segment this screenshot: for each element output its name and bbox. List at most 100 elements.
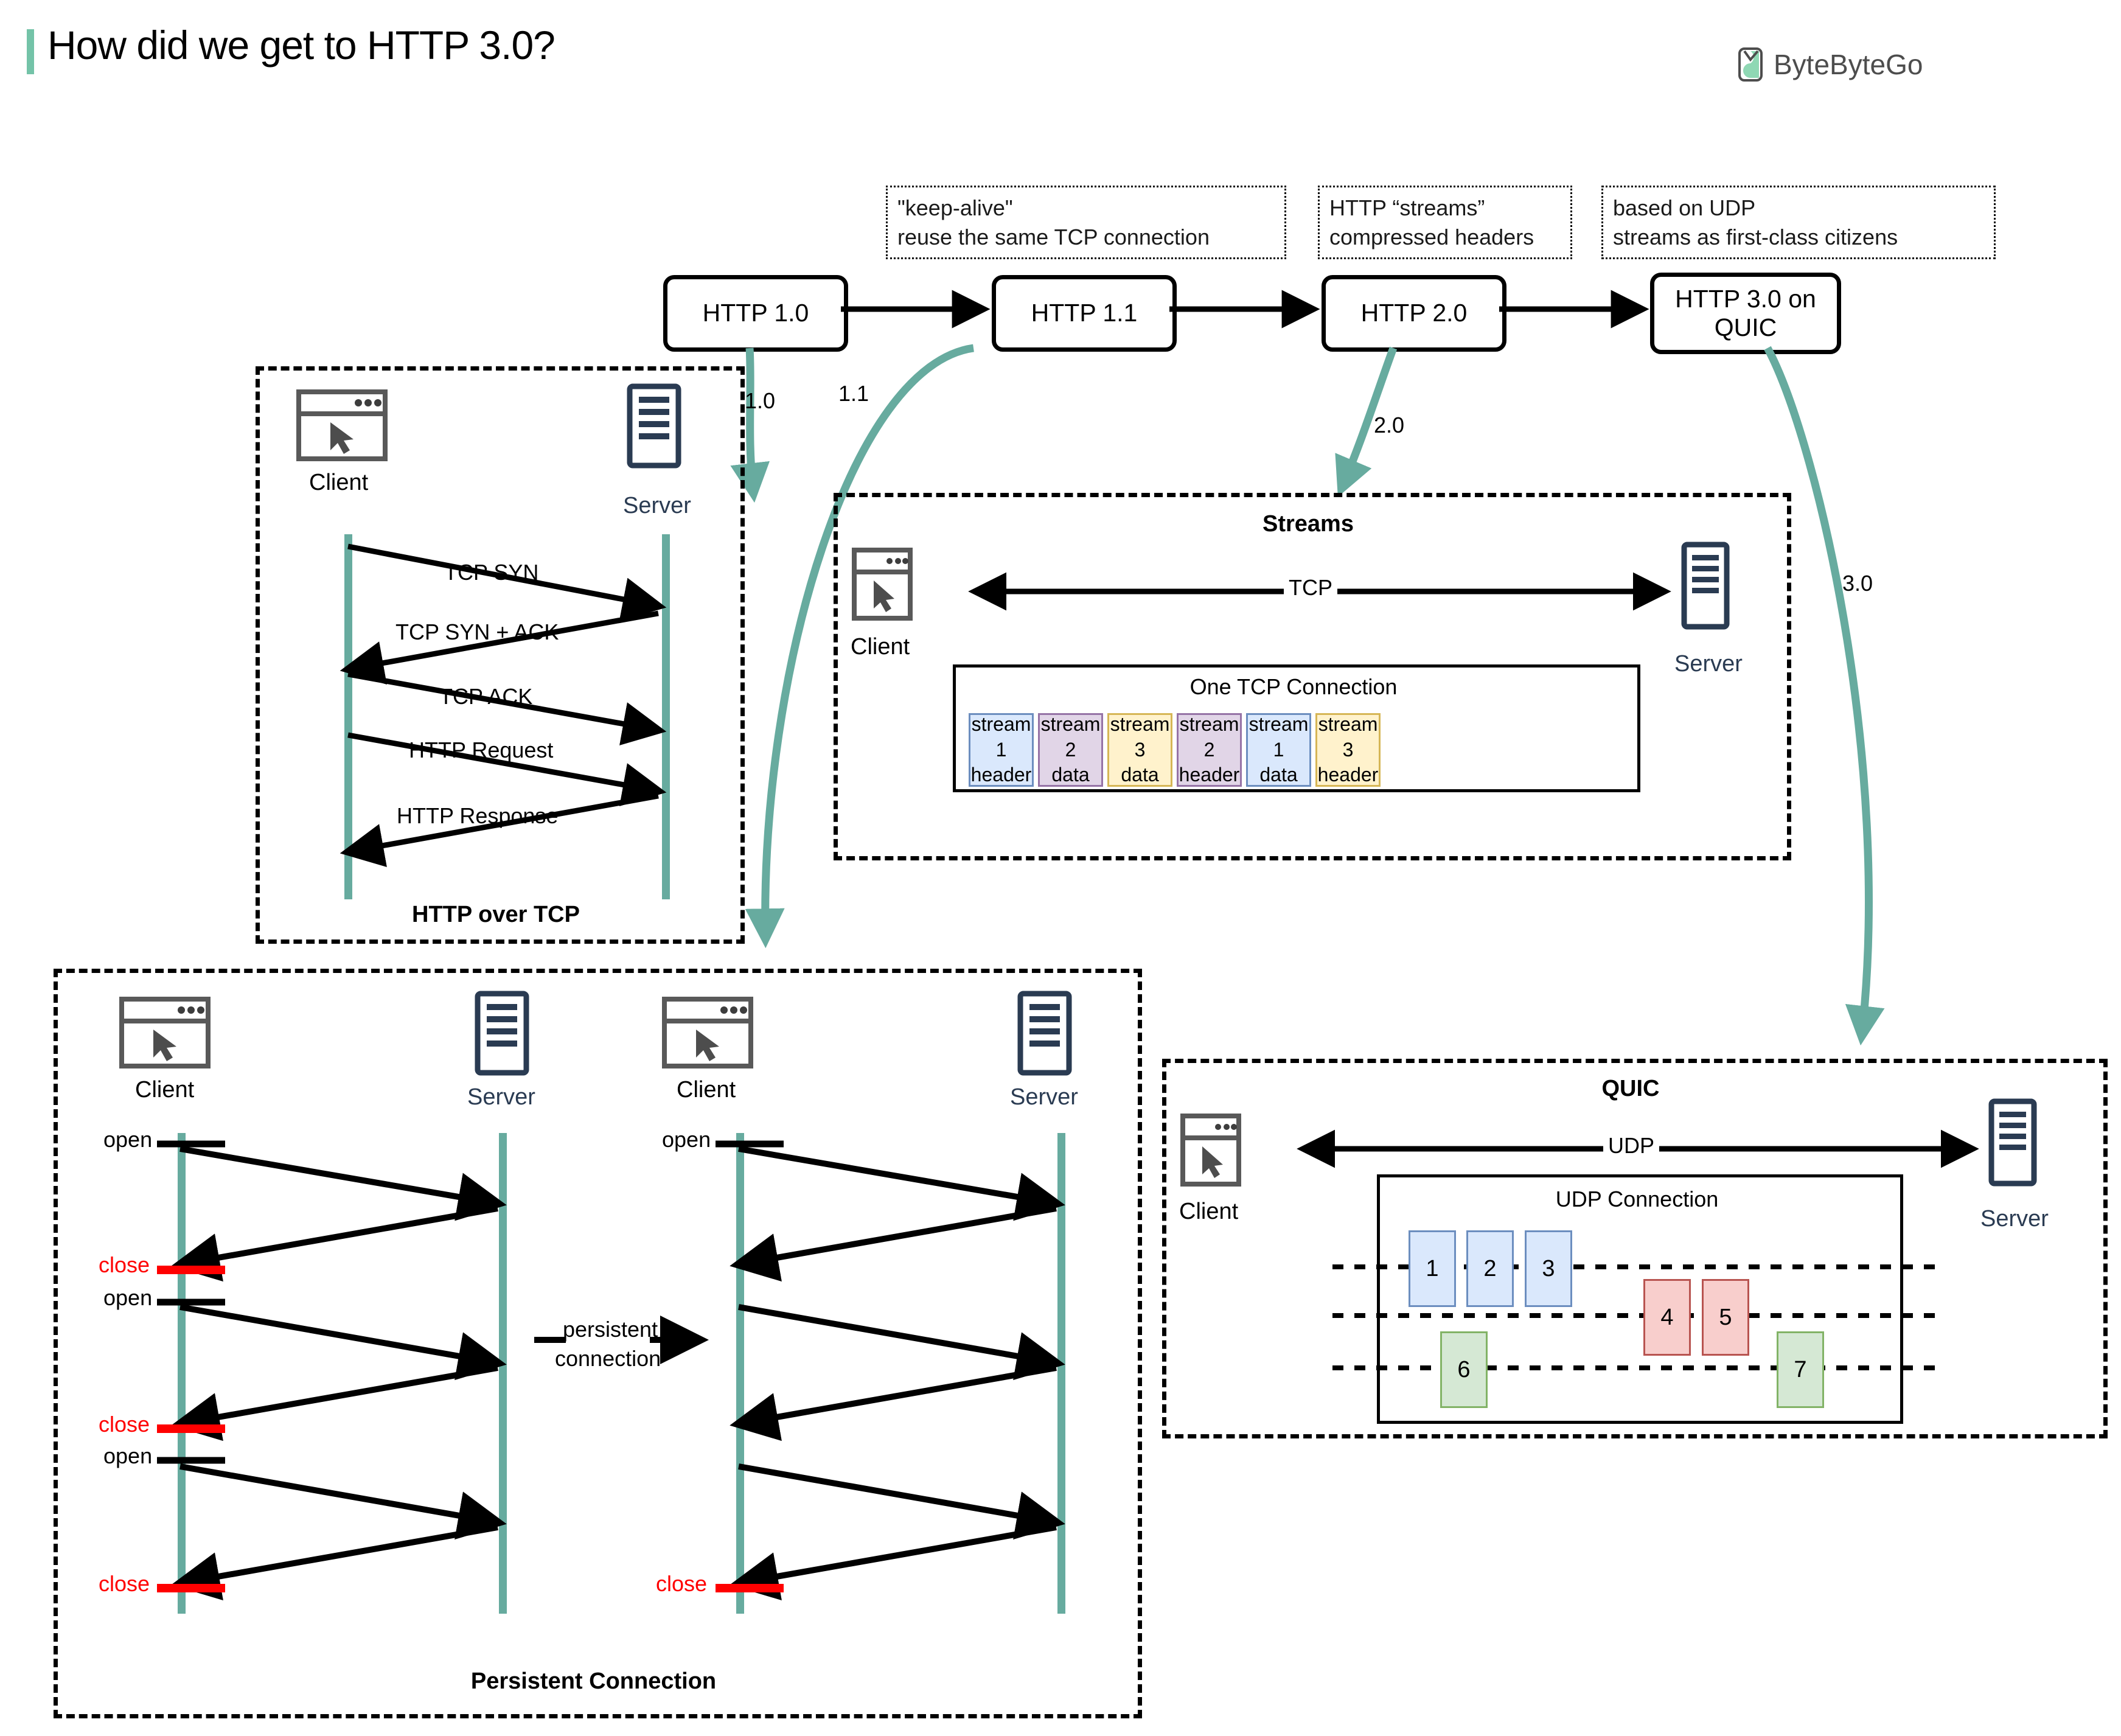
server-label-quic: Server xyxy=(1980,1206,2049,1232)
note-keep-alive: "keep-alive" reuse the same TCP connecti… xyxy=(886,186,1286,260)
quic-packet[interactable]: 2 xyxy=(1466,1230,1514,1307)
stream-chip-line2: header xyxy=(1317,764,1379,786)
stream-chip[interactable]: stream 1 header xyxy=(969,713,1034,787)
note-keep-alive-line1: "keep-alive" xyxy=(897,195,1013,220)
stream-chip-line1: stream 1 xyxy=(971,713,1031,761)
client-label-streams: Client xyxy=(851,634,910,660)
bytebytego-mark-icon xyxy=(1737,47,1764,82)
quic-packet-label: 1 xyxy=(1426,1255,1439,1281)
marker-label-open: open xyxy=(103,1443,153,1468)
message-label-http-request: HTTP Request xyxy=(409,737,554,762)
stream-chip-line1: stream 2 xyxy=(1179,713,1239,761)
quic-packet-label: 5 xyxy=(1719,1304,1732,1330)
stream-chip[interactable]: stream 2 header xyxy=(1177,713,1242,787)
version-label-http-2-0: HTTP 2.0 xyxy=(1360,299,1468,327)
quic-packet[interactable]: 6 xyxy=(1440,1331,1488,1408)
connector-label-1-1: 1.1 xyxy=(838,381,869,406)
version-label-http-3-0-line2: QUIC xyxy=(1714,313,1777,341)
note-udp-line1: based on UDP xyxy=(1613,195,1756,220)
note-streams-line1: HTTP “streams” xyxy=(1329,195,1485,220)
message-label-tcp-ack: TCP ACK xyxy=(439,684,533,709)
quic-packet-label: 4 xyxy=(1660,1304,1674,1330)
quic-packet-label: 7 xyxy=(1794,1356,1807,1382)
connector-1-0 xyxy=(730,347,770,503)
panel-title-quic: QUIC xyxy=(1601,1076,1660,1101)
lifeline-client-http-tcp xyxy=(344,534,352,899)
server-label-persistent-right: Server xyxy=(1010,1084,1078,1110)
title-accent-bar xyxy=(27,29,34,74)
bytebytego-logo-text: ByteByteGo xyxy=(1774,49,1923,80)
panel-persistent-connection xyxy=(54,969,1142,1718)
version-box-http-1-1[interactable]: HTTP 1.1 xyxy=(992,275,1177,352)
stream-chip-line2: data xyxy=(1259,764,1298,786)
note-streams-line2: compressed headers xyxy=(1329,224,1534,249)
udp-connection-title: UDP Connection xyxy=(1555,1187,1719,1211)
note-udp-line2: streams as first-class citizens xyxy=(1613,224,1898,249)
quic-packet[interactable]: 1 xyxy=(1409,1230,1456,1307)
stream-chip-line2: header xyxy=(970,764,1032,786)
panel-title-persistent-connection: Persistent Connection xyxy=(470,1668,717,1694)
connector-label-1-0: 1.0 xyxy=(745,388,776,413)
stream-chip-line2: data xyxy=(1051,764,1090,786)
version-box-http-1-0[interactable]: HTTP 1.0 xyxy=(663,275,848,352)
quic-packet[interactable]: 5 xyxy=(1702,1279,1749,1356)
note-streams: HTTP “streams” compressed headers xyxy=(1318,186,1572,260)
marker-label-close: close xyxy=(99,1412,150,1437)
connector-label-3-0: 3.0 xyxy=(1842,571,1873,596)
panel-title-http-over-tcp: HTTP over TCP xyxy=(412,902,580,927)
stream-chip[interactable]: stream 1 data xyxy=(1246,713,1311,787)
marker-label-close: close xyxy=(99,1571,150,1596)
marker-label-close: close xyxy=(656,1571,708,1596)
lifeline-server-persistent-left xyxy=(499,1133,507,1614)
version-label-http-3-0-line1: HTTP 3.0 on xyxy=(1675,284,1816,313)
quic-packet-label: 6 xyxy=(1457,1356,1471,1382)
stream-chip[interactable]: stream 3 data xyxy=(1107,713,1172,787)
client-label-persistent-left: Client xyxy=(135,1077,195,1103)
persistent-connection-note-line2: connection xyxy=(555,1346,661,1371)
marker-label-open: open xyxy=(103,1127,153,1152)
version-label-http-1-0: HTTP 1.0 xyxy=(702,299,809,327)
stream-chip-line1: stream 3 xyxy=(1318,713,1378,761)
version-box-http-3-0-quic[interactable]: HTTP 3.0 on QUIC xyxy=(1650,273,1841,354)
transport-label-udp: UDP xyxy=(1603,1133,1660,1159)
stream-chip-row: stream 1 header stream 2 data stream 3 d… xyxy=(969,713,1381,787)
page-title: How did we get to HTTP 3.0? xyxy=(47,23,556,68)
marker-label-open: open xyxy=(662,1127,711,1152)
client-label-quic: Client xyxy=(1179,1199,1239,1224)
stream-chip-line1: stream 3 xyxy=(1110,713,1170,761)
one-tcp-connection-title: One TCP Connection xyxy=(1189,674,1398,699)
stream-chip-line2: header xyxy=(1179,764,1240,786)
marker-label-open: open xyxy=(103,1285,153,1310)
note-keep-alive-line2: reuse the same TCP connection xyxy=(897,224,1210,249)
panel-title-streams: Streams xyxy=(1262,511,1354,537)
connector-label-2-0: 2.0 xyxy=(1374,413,1405,437)
stream-chip-line1: stream 1 xyxy=(1249,713,1309,761)
stream-chip-line1: stream 2 xyxy=(1040,713,1101,761)
stream-chip[interactable]: stream 2 data xyxy=(1038,713,1103,787)
message-label-http-response: HTTP Response xyxy=(397,803,559,828)
stream-chip-line2: data xyxy=(1121,764,1159,786)
quic-packet[interactable]: 4 xyxy=(1643,1279,1691,1356)
server-label-persistent-left: Server xyxy=(467,1084,535,1110)
quic-packet[interactable]: 3 xyxy=(1525,1230,1572,1307)
version-label-http-1-1: HTTP 1.1 xyxy=(1031,299,1138,327)
lifeline-client-persistent-left xyxy=(178,1133,186,1614)
client-label-http-tcp: Client xyxy=(309,470,369,495)
quic-packet-label: 2 xyxy=(1483,1255,1497,1281)
lifeline-server-http-tcp xyxy=(662,534,670,899)
message-label-tcp-syn: TCP SYN xyxy=(444,560,539,585)
lifeline-server-persistent-right xyxy=(1057,1133,1065,1614)
quic-packet-label: 3 xyxy=(1542,1255,1555,1281)
note-udp: based on UDP streams as first-class citi… xyxy=(1601,186,1996,260)
server-label-streams: Server xyxy=(1674,651,1743,677)
client-label-persistent-right: Client xyxy=(677,1077,736,1103)
marker-label-close: close xyxy=(99,1252,150,1277)
quic-packet[interactable]: 7 xyxy=(1777,1331,1824,1408)
stream-chip[interactable]: stream 3 header xyxy=(1315,713,1381,787)
lifeline-client-persistent-right xyxy=(736,1133,744,1614)
server-label-http-tcp: Server xyxy=(623,493,691,518)
version-box-http-2-0[interactable]: HTTP 2.0 xyxy=(1322,275,1506,352)
persistent-connection-note-line1: persistent xyxy=(563,1317,658,1342)
bytebytego-logo: ByteByteGo xyxy=(1737,47,1923,82)
message-label-tcp-syn-ack: TCP SYN + ACK xyxy=(395,619,559,644)
